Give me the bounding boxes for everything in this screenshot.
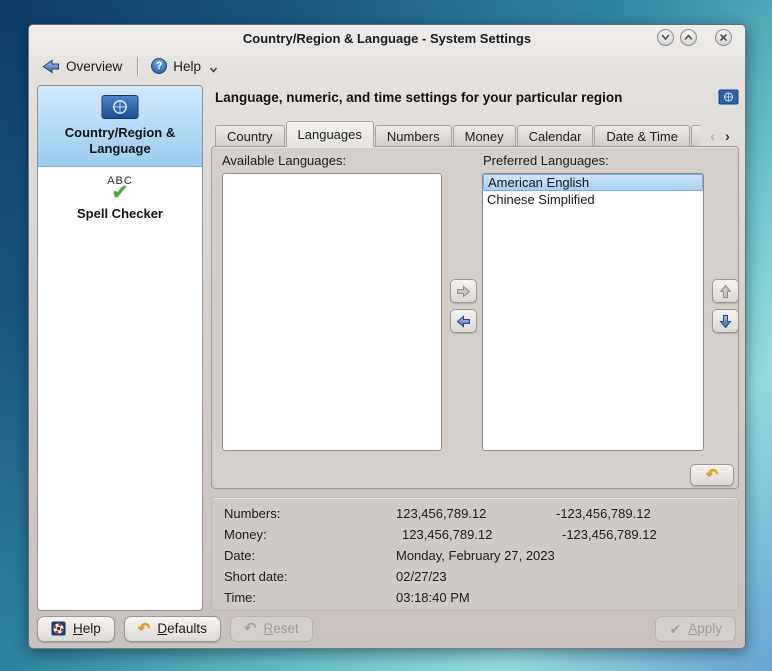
minimize-button[interactable]	[657, 29, 674, 46]
undo-changes-button[interactable]: ↶	[690, 464, 734, 486]
lifebuoy-icon	[51, 621, 66, 636]
undo-icon: ↶	[706, 468, 719, 482]
format-preview-panel: Numbers: 123,456,789.12 -123,456,789.12 …	[211, 497, 739, 611]
tab-scroll-controls: ‹ ›	[705, 128, 735, 144]
un-flag-small-icon	[718, 89, 739, 105]
preview-label: Time:	[224, 587, 396, 608]
defaults-button[interactable]: ↶ Defaults	[124, 616, 221, 642]
spellcheck-checkmark-icon: ✔	[111, 184, 129, 202]
languages-tab-panel: Available Languages: Preferred Languages…	[211, 146, 739, 489]
preview-value-negative	[556, 587, 726, 608]
tab-label: Country	[227, 129, 273, 144]
tab-partial[interactable]	[691, 125, 700, 147]
preview-value-negative: -123,456,789.12	[556, 524, 726, 545]
preview-label: Date:	[224, 545, 396, 566]
list-item-chinese-simplified[interactable]: Chinese Simplified	[483, 191, 703, 208]
button-label: Help	[73, 621, 101, 636]
overview-button[interactable]: Overview	[38, 57, 126, 76]
preview-row-short-date: Short date: 02/27/23	[224, 566, 726, 587]
move-down-button[interactable]	[712, 309, 739, 333]
tab-scroll-right-button[interactable]: ›	[720, 128, 735, 144]
tab-scroll-left-button[interactable]: ‹	[705, 128, 720, 144]
reset-button[interactable]: ↶ Reset	[230, 616, 313, 642]
preview-value: 123,456,789.12	[396, 503, 556, 524]
add-language-button[interactable]	[450, 279, 477, 303]
preview-label: Short date:	[224, 566, 396, 587]
tab-label: Calendar	[529, 129, 582, 144]
preview-row-numbers: Numbers: 123,456,789.12 -123,456,789.12	[224, 503, 726, 524]
list-item-american-english[interactable]: American English	[483, 174, 703, 191]
preview-label: Money:	[224, 524, 396, 545]
tab-bar: Country Languages Numbers Money Calendar…	[211, 120, 739, 147]
button-label: Apply	[688, 621, 722, 636]
help-button[interactable]: ? Help	[147, 56, 222, 76]
system-settings-window: Country/Region & Language - System Setti…	[28, 24, 746, 649]
sidebar-item-country-region-language[interactable]: Country/Region & Language	[38, 86, 202, 167]
back-arrow-icon	[42, 59, 60, 74]
arrow-left-icon	[456, 315, 471, 328]
preferred-languages-label: Preferred Languages:	[483, 153, 609, 168]
tab-label: Numbers	[387, 129, 440, 144]
overview-label: Overview	[66, 59, 122, 74]
sidebar-item-label: Spell Checker	[77, 206, 163, 222]
titlebar[interactable]: Country/Region & Language - System Setti…	[29, 25, 745, 51]
toolbar-separator	[137, 57, 138, 76]
arrow-right-icon	[456, 285, 471, 298]
help-footer-button[interactable]: Help	[37, 616, 115, 642]
footer-button-bar: Help ↶ Defaults ↶ Reset ✔ Apply	[37, 615, 737, 642]
chevron-down-icon	[660, 32, 671, 43]
preview-value-negative: -123,456,789.12	[556, 503, 726, 524]
tab-label: Languages	[298, 127, 362, 142]
window-controls	[657, 29, 732, 46]
preview-value: 03:18:40 PM	[396, 587, 556, 608]
preview-value: 123,456,789.12	[396, 524, 556, 545]
preview-label: Numbers:	[224, 503, 396, 524]
preview-value-negative	[556, 566, 726, 587]
sidebar-item-spell-checker[interactable]: ABC ✔ Spell Checker	[38, 167, 202, 230]
tab-label: Money	[465, 129, 504, 144]
apply-check-icon: ✔	[669, 622, 681, 636]
preview-row-money: Money: 123,456,789.12 -123,456,789.12	[224, 524, 726, 545]
preview-value: Monday, February 27, 2023	[396, 545, 556, 566]
tab-label: Date & Time	[606, 129, 678, 144]
window-title: Country/Region & Language - System Setti…	[243, 31, 531, 46]
tab-country[interactable]: Country	[215, 125, 285, 147]
tab-calendar[interactable]: Calendar	[517, 125, 594, 147]
remove-language-button[interactable]	[450, 309, 477, 333]
preview-value-negative	[556, 545, 726, 566]
dropdown-chevron-icon	[209, 67, 218, 73]
preview-row-time: Time: 03:18:40 PM	[224, 587, 726, 608]
defaults-undo-icon: ↶	[138, 622, 151, 636]
toolbar: Overview ? Help	[29, 51, 745, 81]
sidebar-item-label: Country/Region & Language	[44, 125, 196, 158]
sidebar: Country/Region & Language ABC ✔ Spell Ch…	[37, 85, 203, 611]
button-label: Reset	[263, 621, 298, 636]
available-languages-list[interactable]	[222, 173, 442, 451]
tab-date-time[interactable]: Date & Time	[594, 125, 690, 147]
arrow-down-icon	[719, 314, 732, 329]
tab-money[interactable]: Money	[453, 125, 516, 147]
apply-button[interactable]: ✔ Apply	[655, 616, 736, 642]
maximize-button[interactable]	[680, 29, 697, 46]
preferred-languages-list[interactable]: American English Chinese Simplified	[482, 173, 704, 451]
arrow-up-icon	[719, 284, 732, 299]
close-button[interactable]	[715, 29, 732, 46]
preview-value: 02/27/23	[396, 566, 556, 587]
reset-undo-icon: ↶	[244, 622, 257, 636]
close-icon	[718, 32, 729, 43]
chevron-up-icon	[683, 32, 694, 43]
help-icon: ?	[151, 58, 167, 74]
module-header-title: Language, numeric, and time settings for…	[215, 90, 718, 105]
desktop-background: Country/Region & Language - System Setti…	[0, 0, 772, 671]
un-flag-icon	[100, 93, 140, 121]
tab-languages[interactable]: Languages	[286, 121, 374, 147]
help-label: Help	[173, 59, 201, 74]
preview-row-date: Date: Monday, February 27, 2023	[224, 545, 726, 566]
tab-numbers[interactable]: Numbers	[375, 125, 452, 147]
move-up-button[interactable]	[712, 279, 739, 303]
module-header: Language, numeric, and time settings for…	[215, 85, 739, 109]
button-label: Defaults	[157, 621, 207, 636]
available-languages-label: Available Languages:	[222, 153, 346, 168]
